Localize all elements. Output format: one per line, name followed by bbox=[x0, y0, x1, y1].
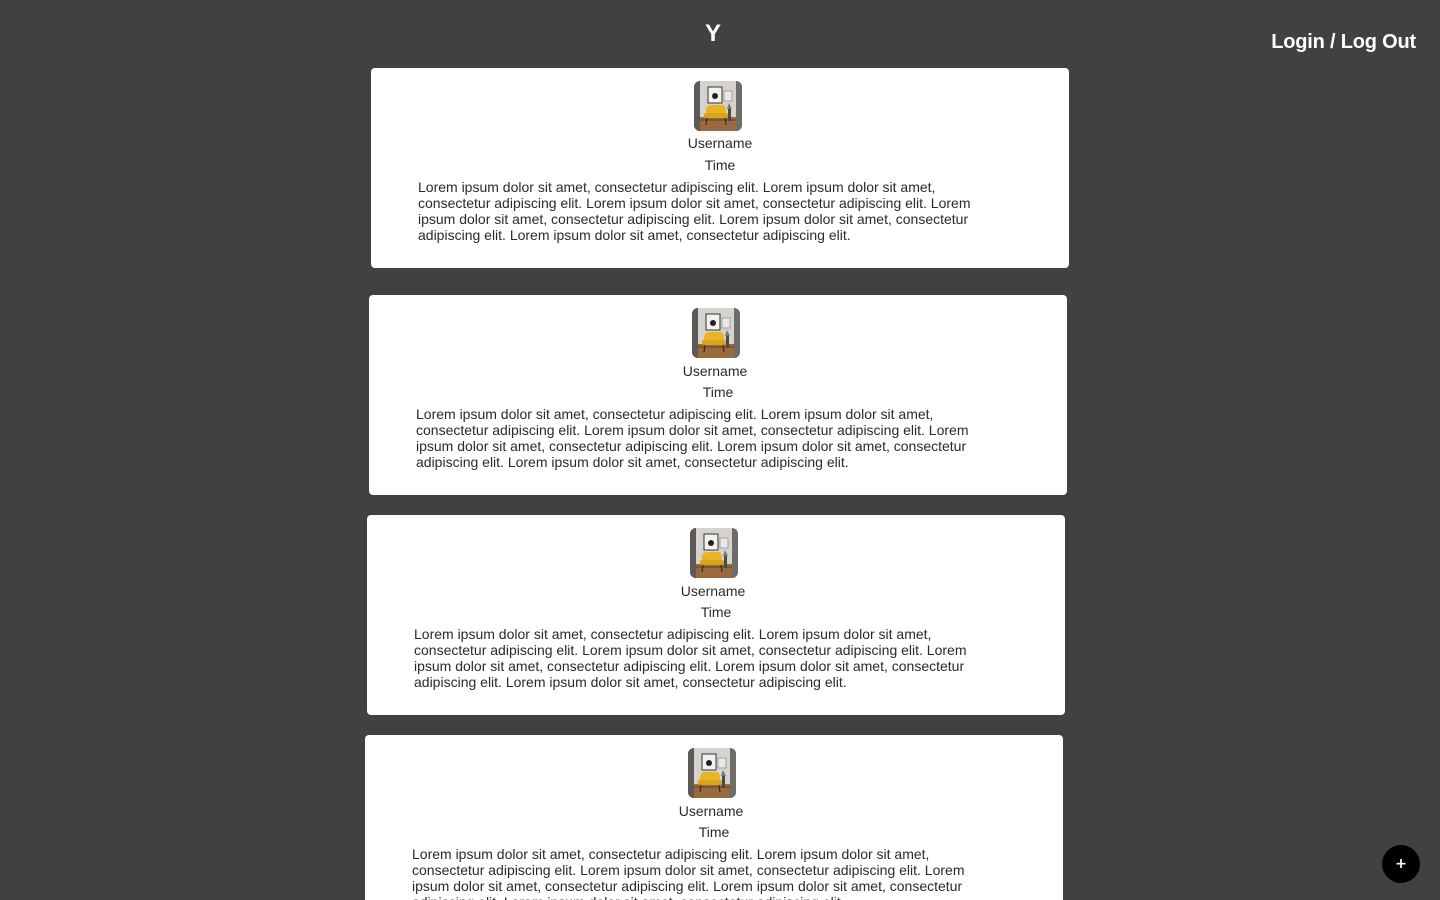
post-username[interactable]: Username bbox=[655, 363, 775, 379]
post-time: Time bbox=[698, 824, 730, 840]
avatar-photo-icon bbox=[694, 81, 742, 131]
post-body: Lorem ipsum dolor sit amet, consectetur … bbox=[418, 179, 971, 243]
avatar-photo-icon bbox=[692, 308, 740, 358]
post-time: Time bbox=[704, 157, 736, 173]
post-username[interactable]: Username bbox=[651, 803, 771, 819]
avatar[interactable] bbox=[690, 528, 738, 578]
post-body: Lorem ipsum dolor sit amet, consectetur … bbox=[414, 626, 967, 690]
post-username[interactable]: Username bbox=[653, 583, 773, 599]
new-post-button[interactable]: + bbox=[1382, 845, 1420, 883]
avatar[interactable] bbox=[694, 81, 742, 131]
avatar-photo-icon bbox=[690, 528, 738, 578]
post-card: Username Time Lorem ipsum dolor sit amet… bbox=[371, 68, 1069, 268]
post-time: Time bbox=[700, 604, 732, 620]
post-body: Lorem ipsum dolor sit amet, consectetur … bbox=[412, 846, 965, 900]
post-body: Lorem ipsum dolor sit amet, consectetur … bbox=[416, 406, 969, 470]
post-card: Username Time Lorem ipsum dolor sit amet… bbox=[365, 735, 1063, 900]
avatar[interactable] bbox=[692, 308, 740, 358]
post-card: Username Time Lorem ipsum dolor sit amet… bbox=[369, 295, 1067, 495]
post-username[interactable]: Username bbox=[660, 135, 780, 151]
login-logout-link[interactable]: Login / Log Out bbox=[1271, 30, 1416, 54]
app-root: Y Login / Log Out Username Time Lorem ip… bbox=[0, 0, 1440, 900]
avatar-photo-icon bbox=[688, 748, 736, 798]
avatar[interactable] bbox=[688, 748, 736, 798]
post-time: Time bbox=[702, 384, 734, 400]
app-logo[interactable]: Y bbox=[0, 20, 1426, 48]
post-card: Username Time Lorem ipsum dolor sit amet… bbox=[367, 515, 1065, 715]
